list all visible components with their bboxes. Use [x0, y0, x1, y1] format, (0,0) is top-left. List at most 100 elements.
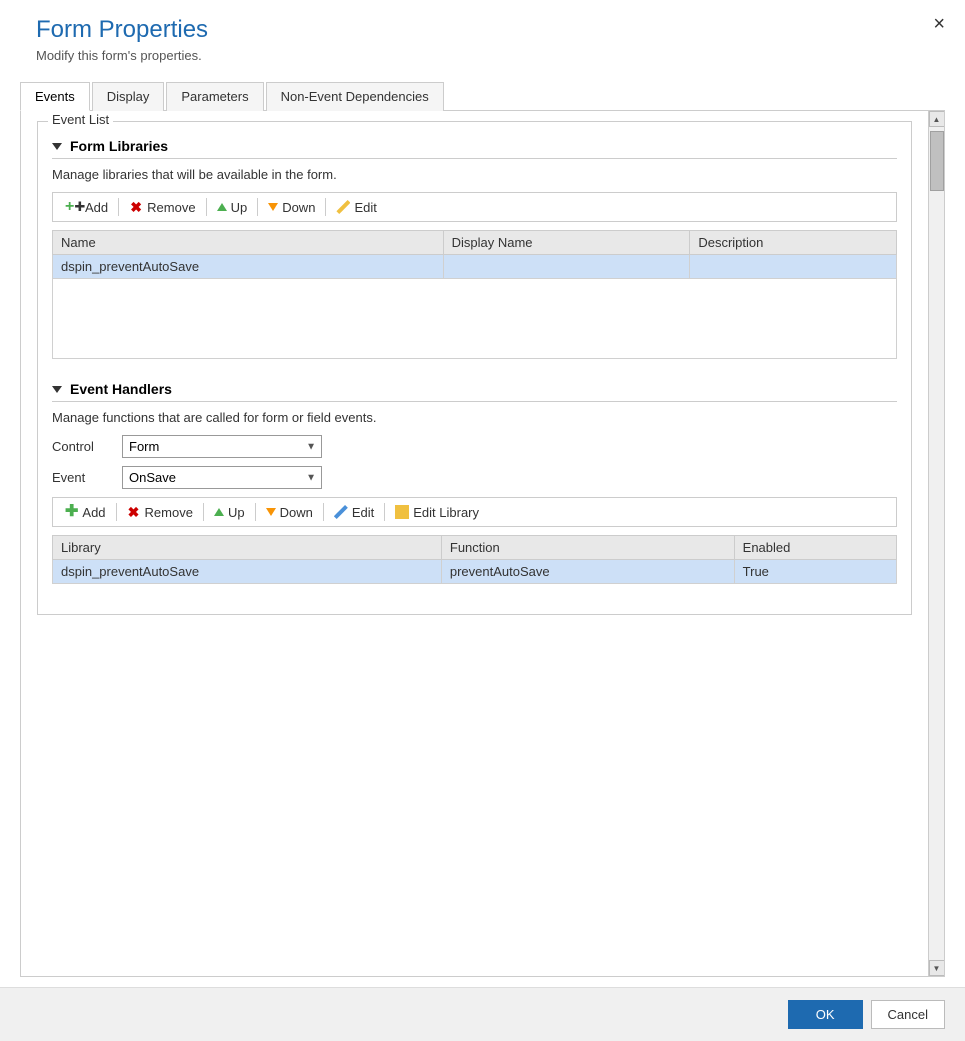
remove-icon2: ✖ [127, 505, 141, 519]
sep1 [118, 198, 119, 216]
form-libraries-edit-button[interactable]: Edit [330, 198, 382, 217]
event-handlers-group: Event Handlers Manage functions that are… [52, 375, 897, 584]
event-handlers-desc: Manage functions that are called for for… [52, 410, 897, 425]
dialog-content: Events Display Parameters Non-Event Depe… [0, 71, 965, 987]
handlers-add-label: Add [82, 505, 105, 520]
handlers-down-label: Down [280, 505, 313, 520]
handlers-up-label: Up [228, 505, 245, 520]
event-handlers-toolbar: ✚ Add ✖ Remove Up [52, 497, 897, 527]
handlers-down-button[interactable]: Down [260, 503, 319, 522]
event-handlers-table-header: Library Function Enabled [53, 536, 897, 560]
edit-label: Edit [354, 200, 376, 215]
tab-display[interactable]: Display [92, 82, 165, 111]
add-icon: ✚ [65, 199, 81, 215]
col-name: Name [53, 231, 444, 255]
col-function: Function [441, 536, 734, 560]
event-row: Event OnSave OnLoad OnChange [52, 466, 897, 489]
form-properties-dialog: Form Properties Modify this form's prope… [0, 0, 965, 1041]
handlers-edit-library-button[interactable]: Edit Library [389, 503, 485, 522]
lib-name-cell: dspin_preventAutoSave [53, 255, 444, 279]
handler-library-cell: dspin_preventAutoSave [53, 560, 442, 584]
form-libraries-collapse-arrow[interactable] [52, 143, 62, 150]
lib-description-cell [690, 255, 897, 279]
handler-enabled-cell: True [734, 560, 896, 584]
handlers-add-button[interactable]: ✚ Add [59, 502, 112, 522]
down-arrow-icon [268, 203, 278, 211]
sep7 [255, 503, 256, 521]
main-area: Event List Form Libraries Manage librari… [20, 111, 945, 977]
sep9 [384, 503, 385, 521]
remove-label: Remove [147, 200, 195, 215]
handler-row[interactable]: dspin_preventAutoSave preventAutoSave Tr… [53, 560, 897, 584]
scrollbar-down-arrow[interactable]: ▼ [929, 960, 945, 976]
up-arrow-icon [217, 203, 227, 211]
col-display-name: Display Name [443, 231, 690, 255]
event-handlers-collapse-arrow[interactable] [52, 386, 62, 393]
col-library: Library [53, 536, 442, 560]
form-libraries-table: Name Display Name Description dspin_prev… [52, 230, 897, 359]
handlers-remove-button[interactable]: ✖ Remove [121, 503, 199, 522]
edit-library-icon [395, 505, 409, 519]
scrollbar-thumb[interactable] [930, 131, 944, 191]
sep6 [203, 503, 204, 521]
dialog-title: Form Properties [36, 16, 945, 44]
tab-parameters[interactable]: Parameters [166, 82, 263, 111]
control-label: Control [52, 439, 122, 454]
scrollbar-track: ▲ ▼ [928, 111, 944, 976]
control-row: Control Form [52, 435, 897, 458]
form-libraries-header: Form Libraries [52, 132, 897, 159]
sep8 [323, 503, 324, 521]
ok-button[interactable]: OK [788, 1000, 863, 1029]
event-handlers-header: Event Handlers [52, 375, 897, 402]
tab-non-event-dependencies[interactable]: Non-Event Dependencies [266, 82, 444, 111]
down-arrow-icon2 [266, 508, 276, 516]
control-select[interactable]: Form [122, 435, 322, 458]
col-enabled: Enabled [734, 536, 896, 560]
control-select-wrapper: Form [122, 435, 322, 458]
main-inner: Event List Form Libraries Manage librari… [21, 111, 928, 976]
scrollbar-up-arrow[interactable]: ▲ [929, 111, 945, 127]
handler-function-cell: preventAutoSave [441, 560, 734, 584]
up-label: Up [231, 200, 248, 215]
form-libraries-group: Form Libraries Manage libraries that wil… [52, 132, 897, 359]
form-libraries-desc: Manage libraries that will be available … [52, 167, 897, 182]
remove-icon: ✖ [129, 200, 143, 214]
edit-icon [336, 200, 350, 214]
event-list-section: Event List Form Libraries Manage librari… [37, 121, 912, 615]
form-libraries-toolbar: ✚ Add ✖ Remove Up [52, 192, 897, 222]
add-icon2: ✚ [65, 504, 78, 520]
dialog-subtitle: Modify this form's properties. [36, 48, 945, 63]
dialog-header: Form Properties Modify this form's prope… [0, 0, 965, 71]
sep4 [325, 198, 326, 216]
tab-events[interactable]: Events [20, 82, 90, 111]
handlers-remove-label: Remove [145, 505, 193, 520]
edit-icon2 [334, 505, 348, 519]
form-libraries-remove-button[interactable]: ✖ Remove [123, 198, 201, 217]
handlers-edit-label: Edit [352, 505, 374, 520]
event-label: Event [52, 470, 122, 485]
handlers-up-button[interactable]: Up [208, 503, 251, 522]
form-libraries-add-button[interactable]: ✚ Add [59, 197, 114, 217]
close-button[interactable]: × [933, 14, 945, 34]
table-row[interactable]: dspin_preventAutoSave [53, 255, 897, 279]
col-description: Description [690, 231, 897, 255]
cancel-button[interactable]: Cancel [871, 1000, 945, 1029]
handlers-edit-button[interactable]: Edit [328, 503, 380, 522]
sep2 [206, 198, 207, 216]
event-handlers-table: Library Function Enabled dspin_preventAu… [52, 535, 897, 584]
down-label: Down [282, 200, 315, 215]
event-handlers-title: Event Handlers [70, 381, 172, 397]
sep3 [257, 198, 258, 216]
form-libraries-table-header: Name Display Name Description [53, 231, 897, 255]
lib-display-name-cell [443, 255, 690, 279]
tab-bar: Events Display Parameters Non-Event Depe… [20, 81, 945, 111]
form-libraries-up-button[interactable]: Up [211, 198, 254, 217]
event-select[interactable]: OnSave OnLoad OnChange [122, 466, 322, 489]
form-libraries-down-button[interactable]: Down [262, 198, 321, 217]
empty-row [53, 279, 897, 359]
up-arrow-icon2 [214, 508, 224, 516]
event-list-legend: Event List [48, 112, 113, 127]
dialog-footer: OK Cancel [0, 987, 965, 1041]
event-select-wrapper: OnSave OnLoad OnChange [122, 466, 322, 489]
sep5 [116, 503, 117, 521]
